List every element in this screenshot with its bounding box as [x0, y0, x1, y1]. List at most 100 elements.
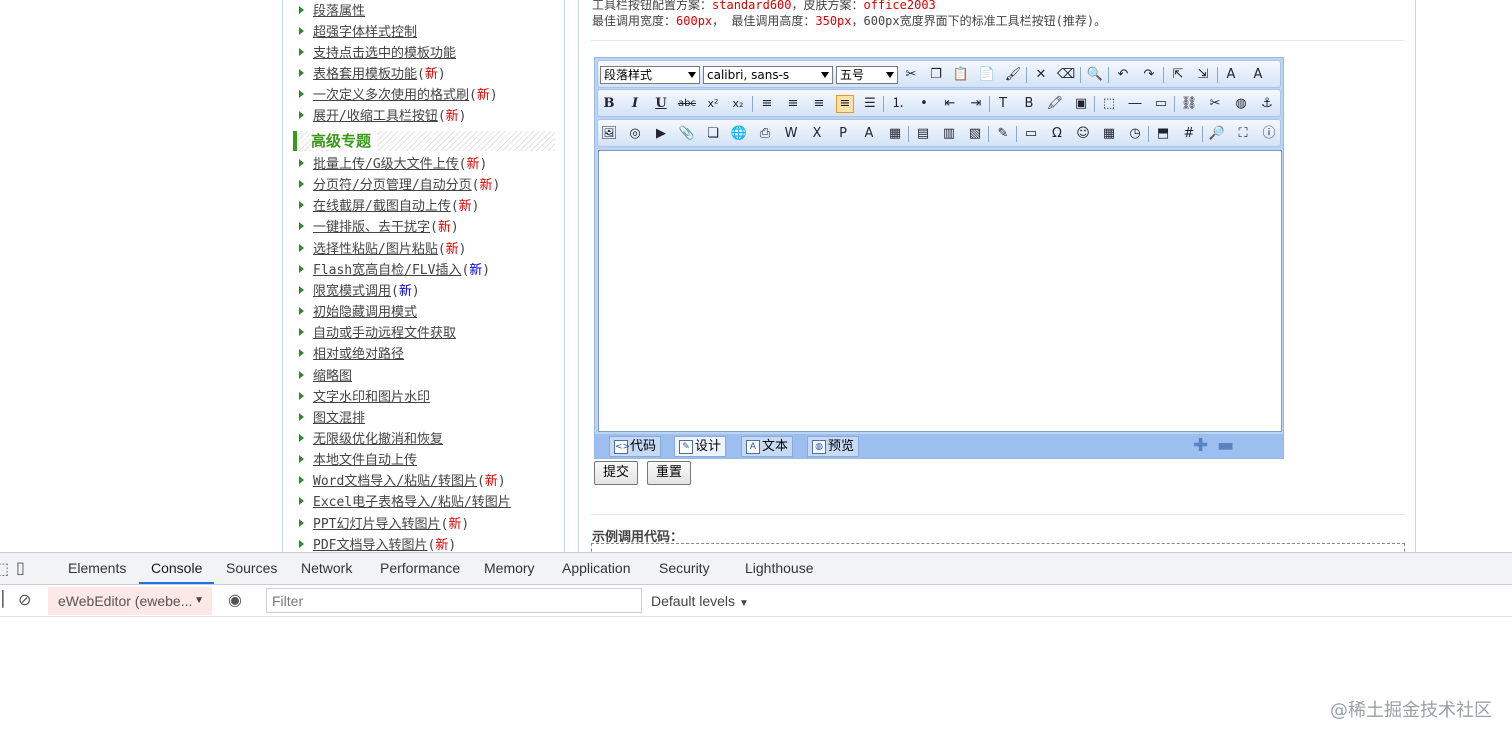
- line-height-icon[interactable]: ☰: [861, 95, 879, 113]
- sidebar-link[interactable]: Word文档导入/粘贴/转图片: [313, 474, 477, 489]
- stamp-icon[interactable]: ⎙: [756, 125, 774, 143]
- sidebar-item[interactable]: Word文档导入/粘贴/转图片(新): [299, 473, 506, 491]
- sidebar-link[interactable]: 选择性粘贴/图片粘贴: [313, 242, 438, 257]
- format-brush-icon[interactable]: 🖌: [1004, 66, 1022, 84]
- find-icon[interactable]: 🔍: [1086, 66, 1104, 84]
- paste-icon[interactable]: 📋: [952, 66, 970, 84]
- sidebar-item[interactable]: 表格套用模板功能(新): [299, 66, 446, 84]
- web-link-icon[interactable]: ◍: [1232, 95, 1250, 113]
- sidebar-link[interactable]: 段落属性: [313, 4, 365, 19]
- sidebar-link[interactable]: 缩略图: [313, 369, 352, 384]
- word-import-icon[interactable]: W: [782, 125, 800, 143]
- italic-icon[interactable]: I: [626, 95, 644, 113]
- submit-button[interactable]: 提交: [594, 461, 639, 485]
- indent-icon[interactable]: ⇥: [967, 95, 985, 113]
- sidebar-item[interactable]: 分页符/分页管理/自动分页(新): [299, 177, 500, 195]
- globe-icon[interactable]: 🌐: [730, 125, 748, 143]
- maximize-icon[interactable]: ⛶: [1234, 125, 1252, 143]
- sidebar-item[interactable]: 限宽模式调用(新): [299, 283, 420, 301]
- align-left-icon[interactable]: ≡: [758, 95, 776, 113]
- tab-network[interactable]: Network: [301, 553, 352, 584]
- mode-tab-code[interactable]: <> 代码: [609, 436, 662, 457]
- sidebar-item[interactable]: 一键排版、去干扰字(新): [299, 219, 459, 237]
- copy-icon[interactable]: ❐: [927, 66, 945, 84]
- sidebar-link[interactable]: 分页符/分页管理/自动分页: [313, 178, 472, 193]
- sidebar-link[interactable]: 一键排版、去干扰字: [313, 220, 430, 235]
- sidebar-item[interactable]: 缩略图: [299, 368, 352, 386]
- pdf-import-icon[interactable]: A: [860, 125, 878, 143]
- sidebar-item[interactable]: 文字水印和图片水印: [299, 389, 430, 407]
- unselect-icon[interactable]: ⇲: [1194, 66, 1212, 84]
- sidebar-item[interactable]: 支持点击选中的模板功能: [299, 45, 456, 63]
- tab-elements[interactable]: Elements: [68, 553, 126, 584]
- unlink-icon[interactable]: ✂: [1206, 95, 1224, 113]
- special-char-icon[interactable]: Ω: [1048, 125, 1066, 143]
- align-justify-icon[interactable]: ≡: [836, 95, 854, 113]
- tab-memory[interactable]: Memory: [484, 553, 535, 584]
- paragraph-style-select[interactable]: 段落样式: [600, 66, 700, 84]
- grid-icon[interactable]: #: [1180, 125, 1198, 143]
- paste-text-icon[interactable]: 📄: [978, 66, 996, 84]
- sidebar-item[interactable]: PPT幻灯片导入转图片(新): [299, 516, 469, 534]
- sidebar-link[interactable]: 在线截屏/截图自动上传: [313, 199, 451, 214]
- font-shrink-icon[interactable]: A: [1222, 66, 1240, 84]
- clear-console-icon[interactable]: ⊘: [18, 590, 31, 609]
- select-all-icon[interactable]: ⇱: [1169, 66, 1187, 84]
- marquee-icon[interactable]: ▭: [1152, 95, 1170, 113]
- sidebar-link[interactable]: 超强字体样式控制: [313, 25, 417, 40]
- ordered-list-icon[interactable]: ⒈: [889, 95, 907, 113]
- mode-tab-design[interactable]: ✎ 设计: [674, 436, 727, 457]
- sidebar-item[interactable]: 初始隐藏调用模式: [299, 304, 417, 322]
- sidebar-link[interactable]: 相对或绝对路径: [313, 347, 404, 362]
- comment-icon[interactable]: ▧: [966, 125, 984, 143]
- block-style-icon[interactable]: ▣: [1072, 95, 1090, 113]
- sidebar-item[interactable]: 本地文件自动上传: [299, 452, 417, 470]
- log-levels-select[interactable]: Default levels ▼: [651, 585, 749, 617]
- sidebar-item[interactable]: 自动或手动远程文件获取: [299, 325, 456, 343]
- sidebar-link[interactable]: 文字水印和图片水印: [313, 390, 430, 405]
- delete-icon[interactable]: ✕: [1032, 66, 1050, 84]
- sidebar-item[interactable]: Excel电子表格导入/粘贴/转图片: [299, 494, 511, 512]
- mode-tab-text[interactable]: A 文本: [741, 436, 794, 457]
- link-icon[interactable]: ⛓: [1180, 95, 1198, 113]
- sidebar-link[interactable]: 支持点击选中的模板功能: [313, 46, 456, 61]
- console-filter-input[interactable]: [266, 588, 642, 613]
- page-break-icon[interactable]: ⬚: [1100, 95, 1118, 113]
- table-icon[interactable]: ▤: [914, 125, 932, 143]
- sidebar-item[interactable]: Flash宽高自检/FLV插入(新): [299, 262, 490, 280]
- sidebar-link[interactable]: 一次定义多次使用的格式刷: [313, 88, 469, 103]
- superscript-icon[interactable]: x²: [704, 95, 722, 113]
- sidebar-link[interactable]: 自动或手动远程文件获取: [313, 326, 456, 341]
- expand-height-icon[interactable]: ✚: [1193, 436, 1208, 456]
- reset-button[interactable]: 重置: [647, 461, 692, 485]
- attachment-icon[interactable]: 📎: [678, 125, 696, 143]
- sidebar-toggle-icon[interactable]: ▕: [0, 590, 4, 608]
- tab-lighthouse[interactable]: Lighthouse: [745, 553, 814, 584]
- device-toolbar-icon[interactable]: ▯: [16, 558, 25, 577]
- excel-import-icon[interactable]: X: [808, 125, 826, 143]
- horizontal-rule-icon[interactable]: ―: [1126, 95, 1144, 113]
- mode-tab-preview[interactable]: ◍ 预览: [807, 436, 860, 457]
- gallery-icon[interactable]: ❏: [704, 125, 722, 143]
- remove-format-icon[interactable]: 🖍: [1046, 95, 1064, 113]
- align-center-icon[interactable]: ≡: [784, 95, 802, 113]
- bold-icon[interactable]: B: [600, 95, 618, 113]
- tab-console[interactable]: Console: [139, 553, 215, 584]
- emoticon-icon[interactable]: ☺: [1074, 125, 1092, 143]
- sidebar-item[interactable]: 选择性粘贴/图片粘贴(新): [299, 241, 467, 259]
- sidebar-link[interactable]: 表格套用模板功能: [313, 67, 417, 82]
- sidebar-link[interactable]: PPT幻灯片导入转图片: [313, 517, 440, 532]
- eraser-icon[interactable]: ⌫: [1057, 66, 1075, 84]
- sidebar-link[interactable]: Flash宽高自检/FLV插入: [313, 263, 461, 278]
- fieldset-icon[interactable]: ▭: [1022, 125, 1040, 143]
- flash-icon[interactable]: ◎: [626, 125, 644, 143]
- sidebar-item[interactable]: 段落属性: [299, 3, 365, 21]
- sidebar-link[interactable]: 本地文件自动上传: [313, 453, 417, 468]
- image-icon[interactable]: 🖼: [600, 125, 618, 143]
- inspect-element-icon[interactable]: ⬚: [0, 559, 9, 578]
- sidebar-item[interactable]: 相对或绝对路径: [299, 346, 404, 364]
- tab-performance[interactable]: Performance: [380, 553, 460, 584]
- outdent-icon[interactable]: ⇤: [941, 95, 959, 113]
- tab-application[interactable]: Application: [562, 553, 631, 584]
- sidebar-link[interactable]: PDF文档导入转图片: [313, 538, 427, 552]
